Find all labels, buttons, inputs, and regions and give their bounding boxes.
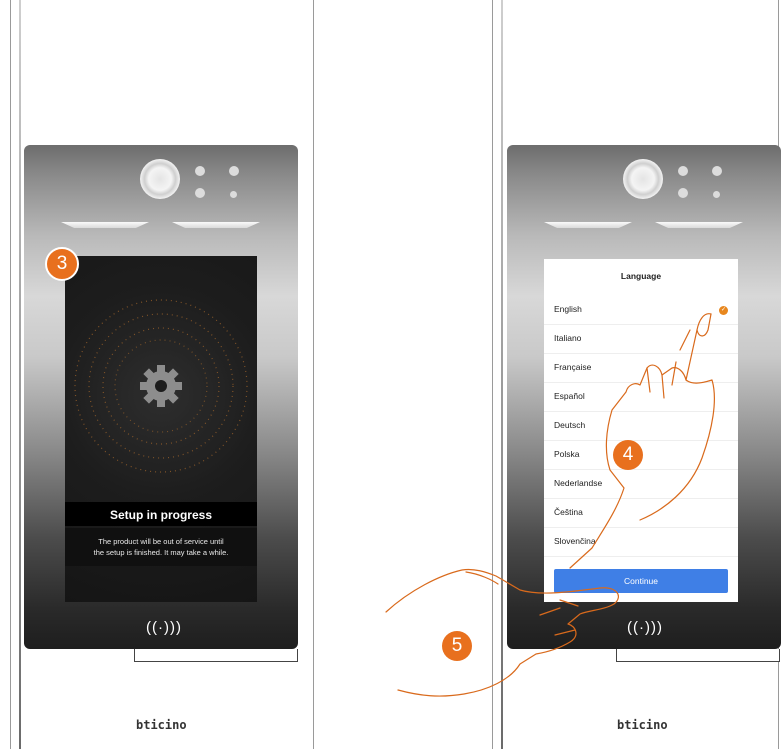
language-label: Čeština [554, 507, 583, 517]
sensor-dot [678, 166, 688, 176]
step-badge-5: 5 [442, 631, 472, 661]
setup-title: Setup in progress [109, 508, 213, 522]
setup-description: The product will be out of service until… [65, 528, 257, 566]
setup-screen: Setup in progress The product will be ou… [65, 256, 257, 602]
camera-icon [140, 159, 180, 199]
led-strip [61, 222, 149, 228]
sensor-dot [678, 188, 688, 198]
language-label: Slovenčina [554, 536, 596, 546]
brand-logo: bticino [617, 718, 668, 732]
continue-button[interactable]: Continue [554, 569, 728, 593]
right-intercom-panel: Language English ✓ Italiano Française Españo… [507, 145, 781, 649]
language-label: Deutsch [554, 420, 586, 430]
language-label: Italiano [554, 333, 582, 343]
device-base [134, 649, 298, 662]
device-base [616, 649, 780, 662]
step-badge-4: 4 [613, 440, 643, 470]
led-icon [713, 191, 720, 198]
language-title: Language [620, 271, 662, 281]
language-label: English [554, 304, 582, 314]
led-icon [230, 191, 237, 198]
language-option[interactable]: Italiano [544, 324, 738, 354]
language-option[interactable]: English ✓ [544, 295, 738, 325]
language-label: Nederlandse [554, 478, 603, 488]
led-strip [544, 222, 632, 228]
brand-logo: bticino [136, 718, 187, 732]
step-badge-3: 3 [45, 247, 79, 281]
language-label: Polska [554, 449, 580, 459]
language-screen: Language English ✓ Italiano Française Españo… [544, 259, 738, 602]
left-intercom-panel: Setup in progress The product will be ou… [24, 145, 298, 649]
language-option[interactable]: Slovenčina [544, 527, 738, 557]
camera-icon [623, 159, 663, 199]
nfc-icon: ((·))) [146, 619, 182, 636]
language-option[interactable]: Française [544, 353, 738, 383]
gear-icon [140, 365, 182, 407]
led-strip [655, 222, 743, 228]
language-label: Español [554, 391, 585, 401]
sensor-dot [195, 166, 205, 176]
language-option[interactable]: Nederlandse [544, 469, 738, 499]
language-option[interactable]: Deutsch [544, 411, 738, 441]
check-icon: ✓ [719, 306, 728, 315]
language-label: Française [554, 362, 592, 372]
led-icon [712, 166, 722, 176]
nfc-icon: ((·))) [627, 619, 663, 636]
led-icon [229, 166, 239, 176]
language-option[interactable]: Español [544, 382, 738, 412]
sensor-dot [195, 188, 205, 198]
led-strip [172, 222, 260, 228]
language-option[interactable]: Čeština [544, 498, 738, 528]
